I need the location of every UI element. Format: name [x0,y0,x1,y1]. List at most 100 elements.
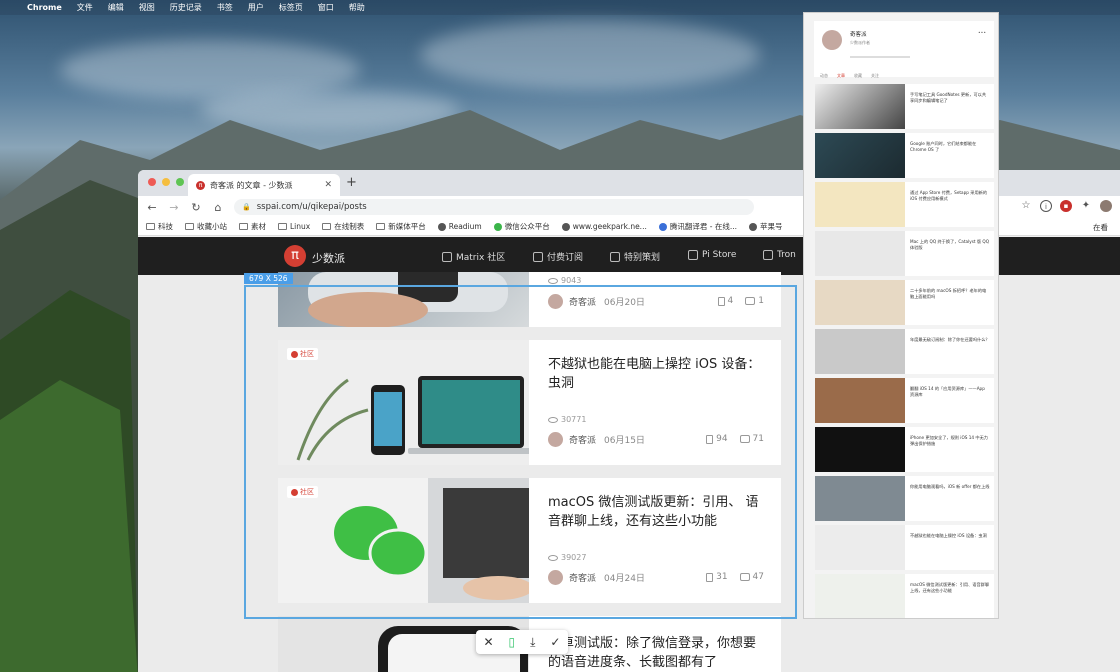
folder-icon [239,223,248,230]
preview-card-title: 年度最无敌订阅制：除了你在还要吗什么？ [910,337,990,342]
profile-avatar-icon[interactable] [1100,200,1112,212]
back-icon[interactable]: ← [146,201,158,214]
preview-card: 手写笔记工具 GoodNotes 更新，可以共享同步和编辑笔记了 [815,84,994,129]
forward-icon[interactable]: → [168,201,180,214]
menu-window[interactable]: 窗口 [318,2,334,13]
preview-thumbnail [815,574,905,618]
preview-card-title: iPhone 更加安全了，规则 iOS 14 中无力弹出保护措施 [910,435,988,446]
info-extension-icon[interactable]: i [1040,200,1052,212]
preview-card: iPhone 更加安全了，规则 iOS 14 中无力弹出保护措施 [815,427,994,472]
close-tab-icon[interactable]: ✕ [324,180,332,190]
capture-selection-area[interactable] [244,285,797,619]
menu-edit[interactable]: 编辑 [108,2,124,13]
bookmark-label-right[interactable]: 在看 [1093,222,1108,233]
folder-icon [146,223,155,230]
bookmark-link[interactable]: Readium [437,222,482,231]
bookmark-folder[interactable]: 新媒体平台 [376,221,426,232]
download-icon[interactable]: ⤓ [530,635,535,650]
folder-icon [376,223,386,230]
capture-preview-panel[interactable]: 奇客派 少数派作者 ••• 动态 文章 收藏 关注 手写笔记工具 GoodNot… [803,12,999,619]
menu-app-name[interactable]: Chrome [27,3,62,12]
bookmark-folder[interactable]: 收藏小站 [185,221,227,232]
site-name[interactable]: 少数派 [312,250,345,266]
menu-file[interactable]: 文件 [77,2,93,13]
folder-icon [185,223,194,230]
preview-card-title: 手写笔记工具 GoodNotes 更新，可以共享同步和编辑笔记了 [910,92,987,103]
readium-icon [437,222,446,231]
menu-tabs[interactable]: 标签页 [279,2,303,13]
globe-icon [561,222,570,231]
preview-card: 年度最无敌订阅制：除了你在还要吗什么？ [815,329,994,374]
cancel-capture-icon[interactable]: ✕ [483,635,493,649]
menu-view[interactable]: 视图 [139,2,155,13]
nav-matrix[interactable]: Matrix 社区 [442,250,505,263]
special-icon [610,251,620,262]
preview-card: Google 账户同时，它们结束都能在 Chrome OS 了 [815,133,994,178]
nav-label: 付费订阅 [547,253,584,263]
bookmark-label: 苹果号 [759,222,783,231]
menu-users[interactable]: 用户 [248,2,264,13]
nav-special[interactable]: 特别策划 [610,250,660,263]
menu-bookmarks[interactable]: 书签 [217,2,233,13]
preview-thumbnail [815,231,905,276]
bookmark-label: www.geekpark.ne... [572,222,647,231]
maximize-window-button[interactable] [176,178,184,186]
extensions-puzzle-icon[interactable]: ✦ [1080,200,1092,212]
sspai-favicon-icon: π [196,180,205,190]
preview-card: macOS 微信测试版更新：引用、语音群聊上线，还有这些小功能 [815,574,994,618]
menu-help[interactable]: 帮助 [349,2,365,13]
preview-avatar [822,30,842,50]
bookmark-link[interactable]: 腾讯翻译君 - 在线... [658,221,737,232]
preview-thumbnail [815,476,905,521]
bookmark-folder[interactable]: 素材 [239,221,266,232]
preview-card-title: 二十多年前的 macOS 拆招呼？老年的电脑上面能用吗 [910,288,987,299]
folder-icon [278,223,287,230]
sspai-logo-icon[interactable]: π [284,245,306,267]
capture-dimensions-label: 679 X 526 [244,273,293,284]
reload-icon[interactable]: ↻ [190,201,202,214]
preview-card: 不越狱也能在电脑上操控 iOS 设备：虫洞 [815,525,994,570]
preview-thumbnail [815,329,905,374]
bookmark-link[interactable]: 苹果号 [748,221,783,232]
bookmark-label: 收藏小站 [197,222,227,231]
article-title[interactable]: 安卓测试版：除了微信登录，你想要的语音进度条、长截图都有了 [548,634,768,672]
bookmark-label: Linux [290,222,311,231]
nav-label: Tron [777,250,796,260]
bookmark-folder[interactable]: 在线制表 [322,221,364,232]
store-icon [688,250,698,260]
preview-card-title: 翻翻 iOS 14 的「应用资源库」——App 资源库 [910,386,985,397]
nav-label: 特别策划 [624,253,661,263]
bookmark-star-icon[interactable]: ☆ [1020,200,1032,212]
nav-tron[interactable]: Tron [763,250,796,260]
nav-pi-store[interactable]: Pi Store [688,250,736,260]
bookmark-folder[interactable]: 科技 [146,221,173,232]
close-window-button[interactable] [148,178,156,186]
extension-red-icon[interactable]: ▪ [1060,200,1072,212]
nav-label: Matrix 社区 [456,253,506,263]
preview-card-title: Google 账户同时，它们结束都能在 Chrome OS 了 [910,141,977,152]
preview-thumbnail [815,182,905,227]
confirm-capture-icon[interactable]: ✓ [550,635,560,649]
nav-subscription[interactable]: 付费订阅 [533,250,583,263]
long-capture-icon[interactable]: ▯ [509,635,516,649]
menu-history[interactable]: 历史记录 [170,2,202,13]
preview-card-title: Mac 上的 QQ 终于换了，Catalyst 版 QQ 体验版 [910,239,989,250]
preview-thumbnail [815,84,905,129]
preview-card-title: macOS 微信测试版更新：引用、语音群聊上线，还有这些小功能 [910,582,990,593]
preview-thumbnail [815,427,905,472]
bookmark-label: 微信公众平台 [504,222,550,231]
address-bar[interactable]: 🔒 sspai.com/u/qikepai/posts [234,199,754,215]
bookmark-link[interactable]: www.geekpark.ne... [561,222,647,231]
lock-icon: 🔒 [242,203,251,211]
new-tab-button[interactable]: + [346,175,357,190]
bookmark-label: Readium [448,222,482,231]
preview-thumbnail [815,525,905,570]
preview-profile-name: 奇客派 [850,32,867,38]
home-icon[interactable]: ⌂ [212,201,224,214]
preview-card: 二十多年前的 macOS 拆招呼？老年的电脑上面能用吗 [815,280,994,325]
browser-tab-active[interactable]: π 奇客派 的文章 - 少数派 ✕ [188,174,340,196]
bookmark-link[interactable]: 微信公众平台 [493,221,550,232]
minimize-window-button[interactable] [162,178,170,186]
preview-card: 你能用电脑观看吗，iOS 新 offer 都在上线 [815,476,994,521]
bookmark-folder[interactable]: Linux [278,222,310,231]
